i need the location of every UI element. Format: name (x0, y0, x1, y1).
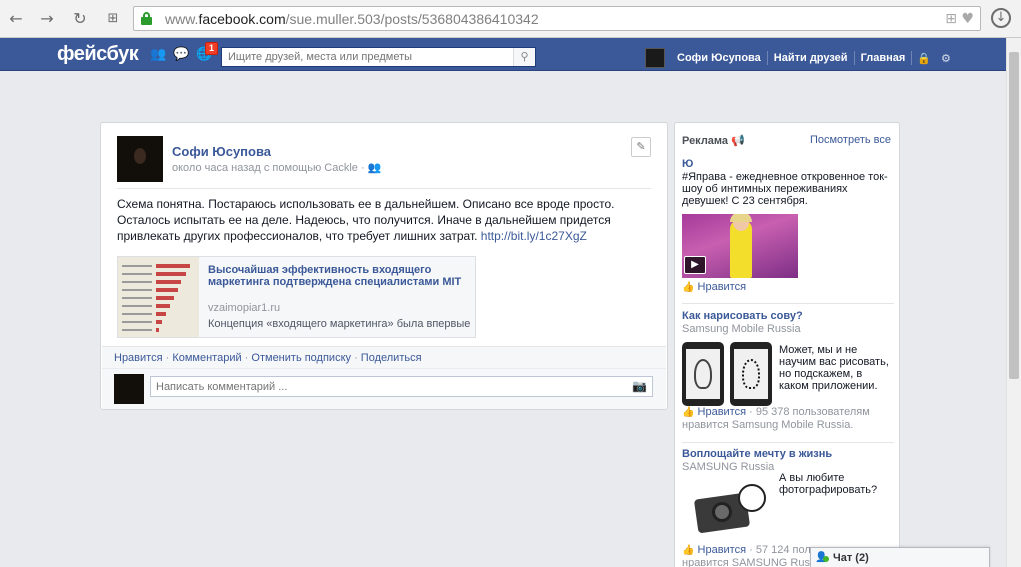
ad-divider (682, 303, 894, 304)
unfollow-link[interactable]: Отменить подписку (251, 352, 351, 364)
thumbs-up-icon: 👍 (682, 545, 695, 556)
search-input[interactable] (222, 48, 514, 66)
facebook-logo[interactable]: фейсбук (57, 43, 139, 66)
link-attachment[interactable]: Высочайшая эффективность входящего марке… (117, 256, 476, 338)
share-link[interactable]: Поделиться (361, 352, 422, 364)
megaphone-icon: 📢 (731, 135, 745, 147)
user-avatar[interactable] (645, 48, 665, 68)
post-actions: Нравится · Комментарий · Отменить подпис… (102, 346, 666, 368)
ad-image[interactable] (682, 342, 772, 406)
thumbs-up-icon: 👍 (682, 407, 695, 418)
apps-grid-icon[interactable]: ⊞ (103, 9, 123, 29)
chat-label: Чат (2) (833, 552, 869, 564)
edit-pencil-icon[interactable]: ✎ (631, 137, 651, 157)
ad-image[interactable] (682, 480, 772, 544)
ad-title[interactable]: Воплощайте мечту в жизнь (682, 448, 894, 461)
play-icon[interactable]: ▶ (684, 256, 706, 274)
top-nav: Софи Юсупова Найти друзей Главная 🔒 ⚙ (645, 47, 956, 69)
ad-body: А вы любите фотографировать? (779, 472, 878, 496)
ad-sponsor: Samsung Mobile Russia (682, 323, 801, 335)
audience-friends-icon[interactable]: 👥 (368, 162, 382, 174)
page-scrollbar[interactable] (1006, 38, 1021, 567)
chat-tab[interactable]: 👤 Чат (2) (810, 547, 990, 567)
settings-gear-icon[interactable]: ⚙ (936, 52, 956, 65)
post-link[interactable]: http://bit.ly/1c27XgZ (481, 229, 587, 243)
post-author[interactable]: Софи Юсупова (172, 144, 271, 159)
notifications-badge: 1 (205, 42, 219, 55)
facebook-top-bar: фейсбук 👥 💬 🌐 1 ⚲ Софи Юсупова Найти дру… (0, 38, 1006, 71)
ad-video-thumbnail[interactable]: ▶ (682, 214, 798, 278)
ad-item[interactable]: Как нарисовать сову? Samsung Mobile Russ… (682, 310, 894, 431)
friend-requests-icon[interactable]: 👥 (150, 48, 166, 62)
attachment-title[interactable]: Высочайшая эффективность входящего марке… (208, 264, 468, 288)
home-link[interactable]: Главная (855, 52, 912, 64)
post-card: Софи Юсупова около часа назад с помощью … (100, 122, 668, 410)
post-divider (117, 188, 651, 189)
camera-icon[interactable]: 📷 (632, 379, 647, 393)
reload-icon[interactable]: ↻ (70, 9, 90, 29)
ad-divider (682, 442, 894, 443)
browser-toolbar: ← → ↻ ⊞ www.facebook.com/sue.muller.503/… (0, 0, 1021, 38)
author-avatar[interactable] (117, 136, 163, 182)
attachment-description: Концепция «входящего маркетинга» была вп… (208, 318, 471, 330)
ad-body: Может, мы и не научим вас рисовать, но п… (779, 344, 889, 392)
scrollbar-thumb[interactable] (1009, 52, 1019, 379)
comment-box: 📷 (150, 376, 653, 397)
post-meta: около часа назад с помощью Cackle · 👥 (172, 162, 382, 174)
url-text[interactable]: www.facebook.com/sue.muller.503/posts/53… (165, 11, 539, 27)
comment-input[interactable] (151, 377, 621, 396)
ad-title[interactable]: Как нарисовать сову? (682, 310, 894, 323)
comment-composer: 📷 (102, 368, 666, 409)
post-text: Схема понятна. Постараюсь использовать е… (117, 197, 615, 243)
ad-like-link[interactable]: Нравится (698, 544, 747, 556)
forward-icon[interactable]: → (37, 9, 57, 29)
search-box: ⚲ (221, 47, 536, 67)
find-friends-link[interactable]: Найти друзей (768, 52, 854, 64)
download-icon[interactable]: ↓ (991, 8, 1011, 28)
lock-icon (141, 12, 152, 25)
back-icon[interactable]: ← (6, 9, 26, 29)
privacy-shortcuts-icon[interactable]: 🔒 (912, 52, 936, 65)
attachment-thumbnail[interactable] (118, 257, 199, 337)
ad-body: #Яправа - ежедневное откровенное ток-шоу… (682, 171, 888, 207)
ad-title[interactable]: Ю (682, 158, 894, 171)
like-link[interactable]: Нравится (114, 352, 163, 364)
search-icon[interactable]: ⚲ (513, 48, 535, 66)
online-dot (823, 556, 829, 562)
ads-header: Реклама 📢 (682, 135, 745, 147)
bookmark-star-icon[interactable]: ⊞ ♥ (945, 11, 974, 27)
ad-item[interactable]: Ю #Яправа - ежедневное откровенное ток-ш… (682, 158, 894, 293)
thumbs-up-icon: 👍 (682, 282, 695, 293)
ads-column: Реклама 📢 Посмотреть все Ю #Яправа - еже… (674, 122, 900, 567)
ad-like-link[interactable]: Нравится (698, 406, 747, 418)
address-bar[interactable]: www.facebook.com/sue.muller.503/posts/53… (133, 6, 981, 31)
messages-icon[interactable]: 💬 (173, 48, 189, 62)
commenter-avatar (114, 374, 144, 404)
profile-link[interactable]: Софи Юсупова (671, 52, 767, 64)
see-all-ads-link[interactable]: Посмотреть все (810, 134, 891, 146)
attachment-domain: vzaimopiar1.ru (208, 302, 281, 314)
ad-like-link[interactable]: Нравится (698, 281, 747, 293)
comment-link[interactable]: Комментарий (172, 352, 241, 364)
ad-item[interactable]: Воплощайте мечту в жизнь SAMSUNG Russia … (682, 448, 894, 567)
